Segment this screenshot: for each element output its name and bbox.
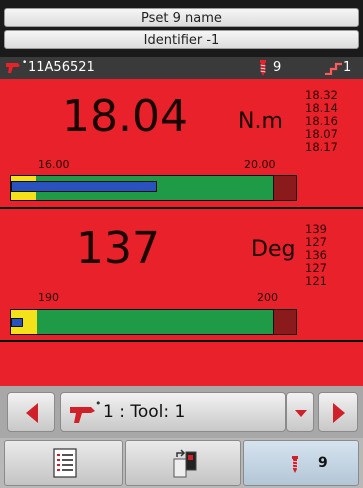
tool-gun-icon (70, 407, 95, 423)
torque-max-label: 20.00 (244, 158, 276, 171)
transfer-icon (173, 449, 197, 478)
angle-history-item: 121 (305, 274, 327, 288)
stage-count: 1 (343, 60, 352, 75)
tool-dropdown-button[interactable] (286, 392, 314, 432)
torque-panel: 18.04 N.m 18.32 18.14 18.16 18.07 18.17 … (0, 79, 363, 207)
angle-value-bar (11, 318, 23, 327)
identifier: Identifier -1 (4, 30, 359, 49)
torque-unit: N.m (238, 109, 283, 134)
stair-icon (325, 62, 342, 75)
torque-history: 18.32 18.14 18.16 18.07 18.17 (305, 89, 338, 154)
angle-value: 137 (76, 223, 160, 274)
tab-transfer[interactable] (125, 440, 241, 486)
angle-max-label: 200 (257, 291, 278, 304)
angle-min-label: 190 (38, 291, 59, 304)
status-bar: • 11A56521 9 1 (0, 57, 363, 79)
torque-value: 18.04 (62, 91, 188, 142)
screw-icon (292, 456, 298, 473)
torque-high-zone (273, 176, 296, 200)
tool-label: 1 : Tool: 1 (103, 402, 186, 422)
angle-history: 139 127 136 127 121 (305, 223, 327, 288)
left-arrow-icon (26, 403, 38, 423)
right-arrow-icon (333, 403, 345, 423)
torque-value-bar (11, 181, 157, 192)
angle-high-zone (273, 310, 296, 334)
pset-name: Pset 9 name (4, 8, 359, 27)
tool-id: 11A56521 (28, 60, 95, 75)
tab-results-list[interactable] (4, 440, 123, 486)
angle-bar (10, 309, 297, 335)
prev-tool-button[interactable] (7, 392, 55, 432)
screw-count: 9 (273, 60, 282, 75)
torque-bar (10, 175, 297, 201)
torque-min-label: 16.00 (38, 158, 70, 171)
tool-selector[interactable]: • 1 : Tool: 1 (60, 392, 286, 432)
tab-screw-count[interactable]: 9 (243, 440, 359, 486)
torque-history-item: 18.17 (305, 140, 338, 154)
result-strip (0, 342, 363, 386)
tool-gun-icon (6, 63, 20, 73)
dropdown-icon (295, 410, 307, 417)
screw-tab-count: 9 (318, 455, 328, 471)
next-tool-button[interactable] (318, 392, 358, 432)
angle-unit: Deg (251, 237, 296, 262)
angle-panel: 137 Deg 139 127 136 127 121 190 200 (0, 209, 363, 340)
screw-icon (260, 60, 266, 76)
list-icon (53, 448, 77, 478)
